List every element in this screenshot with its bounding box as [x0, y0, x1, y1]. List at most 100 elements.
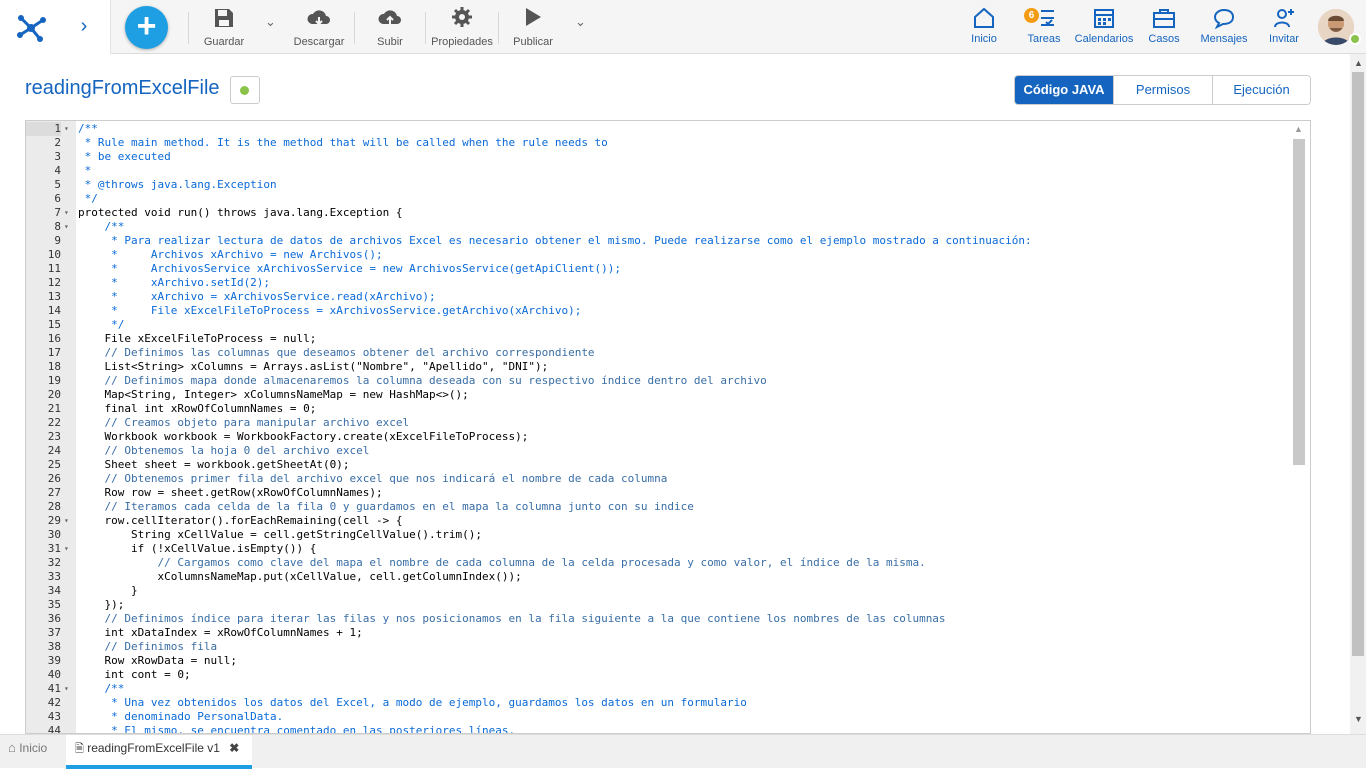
chat-icon — [1213, 8, 1235, 30]
line-text: * xArchivo = xArchivosService.read(xArch… — [78, 290, 436, 303]
editor-scrollbar[interactable]: ▲ — [1288, 121, 1310, 733]
line-text: int xDataIndex = xRowOfColumnNames + 1; — [78, 626, 363, 639]
tab-java-code[interactable]: Código JAVA — [1015, 76, 1113, 104]
page-scroll-up-icon[interactable]: ▲ — [1354, 58, 1363, 68]
download-button[interactable]: Descargar — [292, 6, 346, 50]
top-toolbar: › + Guardar ⌄ Descargar Subir Propiedade… — [0, 0, 1366, 54]
line-number: 10 — [47, 248, 61, 261]
line-number: 36 — [47, 612, 61, 625]
line-text: * be executed — [78, 150, 171, 163]
page-scrollbar[interactable]: ▲ ▼ — [1350, 54, 1366, 734]
line-text: /** — [78, 122, 98, 135]
line-text: * denominado PersonalData. — [78, 710, 284, 723]
fold-chevron-down-icon[interactable]: ▾ — [64, 682, 74, 696]
publish-options-chevron-down-icon[interactable]: ⌄ — [575, 14, 586, 30]
line-text: File xExcelFileToProcess = null; — [78, 332, 317, 345]
add-user-icon — [1274, 9, 1294, 28]
status-indicator[interactable] — [230, 76, 260, 104]
line-text: * — [78, 164, 92, 177]
line-number: 27 — [47, 486, 61, 499]
line-text: Row row = sheet.getRow(xRowOfColumnNames… — [78, 486, 383, 499]
line-number: 31 — [47, 542, 61, 555]
line-number: 35 — [47, 598, 61, 611]
line-text: // Obtenemos la hoja 0 del archivo excel — [78, 444, 370, 457]
add-button[interactable]: + — [125, 6, 168, 49]
properties-button[interactable]: Propiedades — [430, 6, 494, 50]
line-text: * ArchivosService xArchivosService = new… — [78, 262, 622, 275]
line-text: // Definimos índice para iterar las fila… — [78, 612, 946, 625]
bottom-tab-home[interactable]: ⌂ Inicio — [8, 735, 66, 769]
line-number: 40 — [47, 668, 61, 681]
home-icon: ⌂ — [8, 740, 16, 755]
line-number: 4 — [54, 164, 61, 177]
line-text: // Definimos mapa donde almacenaremos la… — [78, 374, 767, 387]
line-text: protected void run() throws java.lang.Ex… — [78, 206, 403, 219]
toolbar-divider — [354, 12, 355, 44]
nav-calendars[interactable]: Calendarios — [1074, 6, 1134, 50]
nav-calendars-label: Calendarios — [1074, 33, 1134, 45]
line-number: 29 — [47, 514, 61, 527]
upload-button[interactable]: Subir — [372, 6, 408, 50]
line-text: final int xRowOfColumnNames = 0; — [78, 402, 317, 415]
expand-menu-icon[interactable]: › — [76, 15, 92, 37]
line-number: 23 — [47, 430, 61, 443]
fold-chevron-down-icon[interactable]: ▾ — [64, 542, 74, 556]
line-text: // Definimos fila — [78, 640, 218, 653]
line-number: 14 — [47, 304, 61, 317]
nav-messages-label: Mensajes — [1200, 33, 1248, 45]
bottom-tab-document[interactable]: 🗎 readingFromExcelFile v1 ✖ — [66, 735, 252, 769]
line-text: /** — [78, 220, 125, 233]
line-number: 38 — [47, 640, 61, 653]
line-text: Map<String, Integer> xColumnsNameMap = n… — [78, 388, 469, 401]
nav-tasks-label: Tareas — [1027, 33, 1061, 45]
page-scrollbar-thumb[interactable] — [1352, 72, 1364, 656]
line-text: // Definimos las columnas que deseamos o… — [78, 346, 595, 359]
nav-invite[interactable]: Invitar — [1266, 6, 1302, 50]
line-text: * Archivos xArchivo = new Archivos(); — [78, 248, 383, 261]
editor-scrollbar-thumb[interactable] — [1293, 139, 1305, 465]
toolbar-divider — [188, 12, 189, 44]
line-number: 12 — [47, 276, 61, 289]
line-number: 5 — [54, 178, 61, 191]
line-number: 11 — [47, 262, 61, 275]
line-number: 18 — [47, 360, 61, 373]
publish-button[interactable]: Publicar — [510, 6, 556, 50]
fold-chevron-down-icon[interactable]: ▾ — [64, 206, 74, 220]
tab-execution[interactable]: Ejecución — [1212, 76, 1310, 104]
line-text: * El mismo, se encuentra comentado en la… — [78, 724, 516, 734]
line-text: */ — [78, 192, 98, 205]
save-button[interactable]: Guardar — [200, 6, 248, 50]
nav-invite-label: Invitar — [1269, 33, 1299, 45]
fold-chevron-down-icon[interactable]: ▾ — [64, 220, 74, 234]
briefcase-icon — [1153, 9, 1175, 28]
home-icon — [974, 7, 994, 28]
save-options-chevron-down-icon[interactable]: ⌄ — [265, 14, 276, 30]
line-number: 16 — [47, 332, 61, 345]
line-text: /** — [78, 682, 125, 695]
close-icon[interactable]: ✖ — [229, 741, 239, 755]
cloud-download-icon — [307, 10, 330, 26]
line-number: 22 — [47, 416, 61, 429]
line-text: * File xExcelFileToProcess = xArchivosSe… — [78, 304, 582, 317]
line-number: 9 — [54, 234, 61, 247]
line-text: // Obtenemos primer fila del archivo exc… — [78, 472, 668, 485]
page-scroll-down-icon[interactable]: ▼ — [1354, 714, 1363, 724]
scroll-up-icon[interactable]: ▲ — [1294, 124, 1303, 134]
fold-chevron-down-icon[interactable]: ▾ — [64, 122, 74, 136]
fold-chevron-down-icon[interactable]: ▾ — [64, 514, 74, 528]
nav-home[interactable]: Inicio — [966, 6, 1002, 50]
tab-permissions[interactable]: Permisos — [1113, 76, 1212, 104]
app-logo-icon[interactable] — [14, 10, 48, 44]
download-label: Descargar — [293, 36, 345, 48]
nav-messages[interactable]: Mensajes — [1198, 6, 1250, 50]
bottom-tab-document-label: readingFromExcelFile v1 — [87, 741, 220, 755]
code-editor[interactable]: 1 ▾/** 2 * Rule main method. It is the met… — [25, 120, 1311, 734]
line-text: Sheet sheet = workbook.getSheetAt(0); — [78, 458, 350, 471]
line-number: 15 — [47, 318, 61, 331]
line-text: * Para realizar lectura de datos de arch… — [78, 234, 1032, 247]
nav-cases[interactable]: Casos — [1146, 6, 1182, 50]
line-text: * xArchivo.setId(2); — [78, 276, 271, 289]
line-text: int cont = 0; — [78, 668, 191, 681]
line-number: 42 — [47, 696, 61, 709]
line-text: */ — [78, 318, 125, 331]
